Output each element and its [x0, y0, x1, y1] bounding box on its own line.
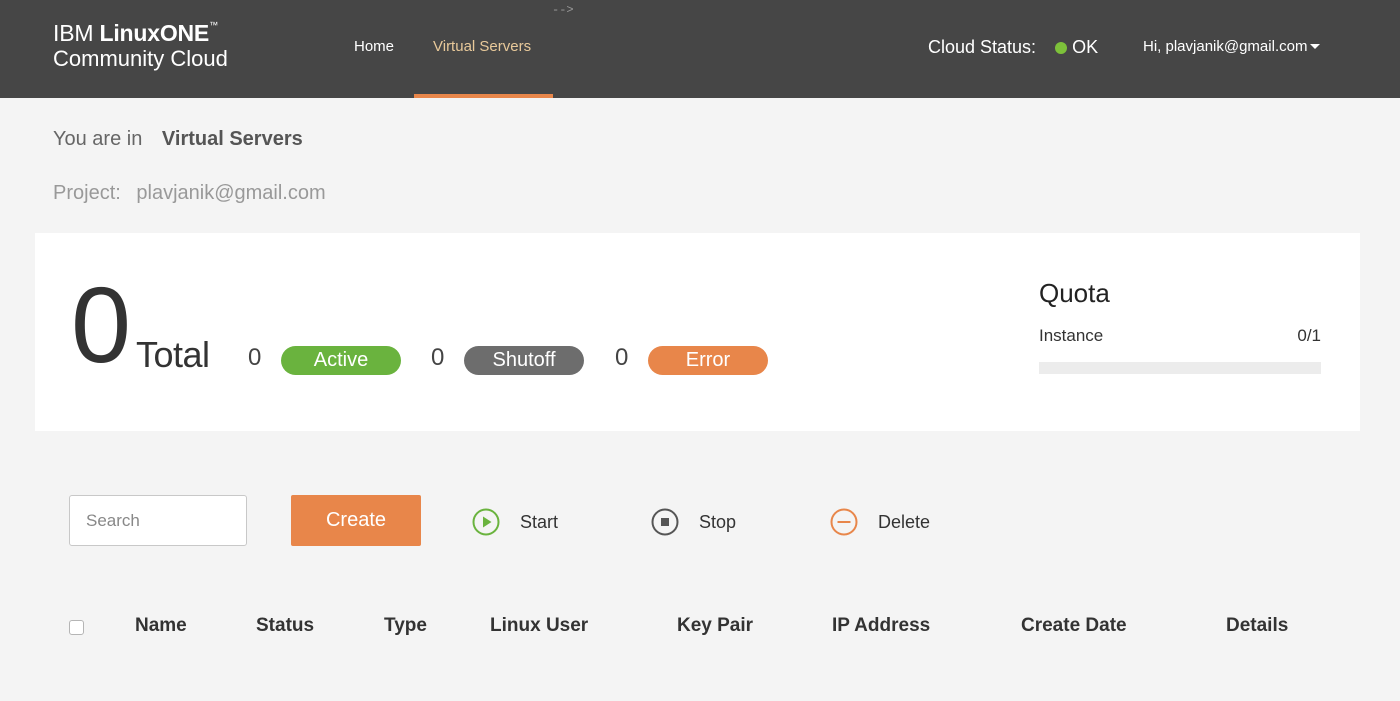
column-header-linux-user[interactable]: Linux User: [490, 615, 588, 637]
breadcrumb-current: Virtual Servers: [161, 128, 303, 150]
delete-label: Delete: [878, 511, 931, 532]
logo-wordmark: IBM LinuxONE™: [53, 20, 228, 46]
project-label: Project:: [53, 182, 121, 204]
summary-card: 0 Total 0 Active 0 Shutoff 0 Error Quota…: [35, 233, 1360, 431]
shutoff-count: 0: [431, 344, 445, 371]
stray-comment-text: -->: [552, 3, 574, 17]
logo-brand-ibm: IBM: [53, 20, 100, 46]
logo[interactable]: IBM LinuxONE™ Community Cloud: [53, 20, 228, 71]
cloud-status-label: Cloud Status:: [928, 37, 1037, 57]
quota-instance-progress-bar: [1039, 362, 1321, 374]
active-nav-indicator: [414, 94, 553, 98]
project-value: plavjanik@gmail.com: [136, 182, 326, 204]
breadcrumb: You are in Virtual Servers: [53, 128, 303, 151]
project-info: Project: plavjanik@gmail.com: [53, 182, 326, 205]
column-header-type[interactable]: Type: [384, 615, 427, 637]
start-label: Start: [520, 511, 559, 532]
column-header-details[interactable]: Details: [1226, 615, 1288, 637]
cloud-status: Cloud Status: OK: [928, 37, 1098, 58]
nav-virtual-servers[interactable]: Virtual Servers: [433, 38, 531, 55]
total-label: Total: [136, 334, 210, 375]
top-navigation-bar: --> IBM LinuxONE™ Community Cloud Home V…: [0, 0, 1400, 98]
status-ok-icon: [1055, 41, 1068, 54]
chevron-down-icon: [1310, 44, 1321, 49]
column-header-status[interactable]: Status: [256, 615, 314, 637]
logo-trademark: ™: [209, 20, 218, 30]
active-count: 0: [248, 344, 262, 371]
select-all-checkbox[interactable]: [69, 620, 84, 635]
quota-title: Quota: [1039, 278, 1110, 308]
shutoff-status-badge: Shutoff: [464, 346, 584, 375]
stop-label: Stop: [699, 511, 737, 532]
stop-circle-icon: [651, 508, 679, 536]
stop-button[interactable]: Stop: [651, 508, 736, 536]
error-count: 0: [615, 344, 629, 371]
nav-home[interactable]: Home: [354, 38, 394, 55]
column-header-name[interactable]: Name: [135, 615, 187, 637]
logo-brand-linuxone: LinuxONE: [99, 20, 210, 46]
delete-button[interactable]: Delete: [830, 508, 930, 536]
start-button[interactable]: Start: [472, 508, 558, 536]
error-status-badge: Error: [648, 346, 768, 375]
servers-table-header: Name Status Type Linux User Key Pair IP …: [0, 612, 1400, 642]
column-header-key-pair[interactable]: Key Pair: [677, 615, 753, 637]
minus-circle-icon: [830, 508, 858, 536]
create-button[interactable]: Create: [291, 495, 421, 546]
play-circle-icon: [472, 508, 500, 536]
cloud-status-value: OK: [1072, 37, 1099, 57]
column-header-ip-address[interactable]: IP Address: [832, 615, 930, 637]
total-count: 0: [71, 264, 132, 385]
user-menu[interactable]: Hi, plavjanik@gmail.com: [1143, 38, 1321, 55]
active-status-badge: Active: [281, 346, 401, 375]
quota-instance-value: 0/1: [1297, 326, 1321, 345]
user-greeting: Hi, plavjanik@gmail.com: [1143, 38, 1308, 55]
search-input[interactable]: [69, 495, 247, 546]
column-header-create-date[interactable]: Create Date: [1021, 615, 1127, 637]
logo-subtitle: Community Cloud: [53, 46, 228, 71]
quota-instance-label: Instance: [1039, 326, 1104, 345]
breadcrumb-prefix: You are in: [53, 128, 143, 150]
